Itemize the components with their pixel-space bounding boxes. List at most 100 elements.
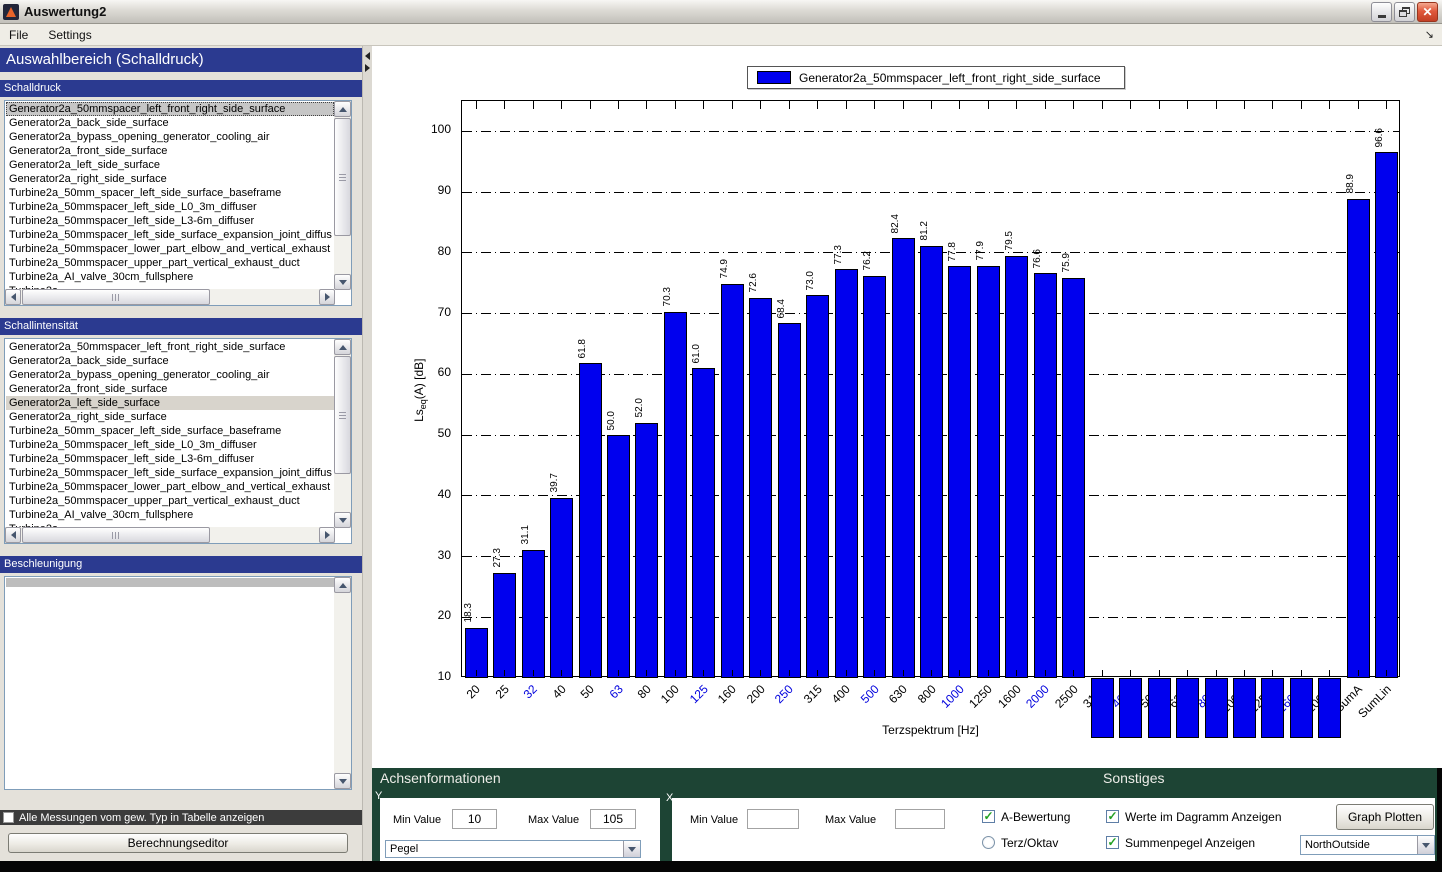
minimize-button[interactable] [1371,2,1392,22]
list-item[interactable]: Generator2a_bypass_opening_generator_coo… [6,368,334,382]
list-item[interactable]: Turbine2a_50mmspacer_upper_part_vertical… [6,494,334,508]
berechnungseditor-button[interactable]: Berechnungseditor [8,833,348,853]
scroll-up-button[interactable] [334,339,351,355]
list-item[interactable]: Generator2a_front_side_surface [6,144,334,158]
scroll-up-button[interactable] [334,577,351,593]
x-min-input[interactable] [747,809,799,829]
list-item[interactable]: Turbine2a_50mm_spacer_left_side_surface_… [6,186,334,200]
list-item[interactable]: Generator2a_50mmspacer_left_front_right_… [6,102,334,116]
list-item[interactable]: Turbine2a_50mmspacer_left_side_L0_3m_dif… [6,200,334,214]
menu-settings[interactable]: Settings [48,28,91,42]
section-header-schalldruck: Schalldruck [0,80,362,97]
scroll-up-button[interactable] [334,101,351,117]
splitter-right-icon[interactable] [365,64,370,72]
app-window: Auswertung2 ✕ File Settings ↘ Auswahlber… [0,0,1442,872]
scroll-thumb[interactable] [334,118,351,236]
section-header-schallintensitaet: Schallintensität [0,318,362,335]
legend-position-dropdown[interactable]: NorthOutside [1300,835,1435,855]
list-item[interactable]: Turbine2a_AI_valve_30cm_fullsphere [6,508,334,522]
list-item[interactable]: Turbine2a_50mmspacer_left_side_L3-6m_dif… [6,214,334,228]
list-item[interactable]: Generator2a_left_side_surface [6,158,334,172]
list-item[interactable]: Turbine2a_50mmspacer_left_side_L3-6m_dif… [6,452,334,466]
list-item[interactable]: Turbine2a_50mmspacer_left_side_surface_e… [6,228,334,242]
bar [806,295,829,678]
werte-anzeigen-checkbox[interactable]: ✓ [1106,810,1119,823]
menu-file[interactable]: File [9,28,28,42]
beschleunigung-list [6,578,334,788]
terz-oktav-label: Terz/Oktav [1001,836,1058,850]
chevron-down-icon [1422,843,1430,848]
y-max-input[interactable] [590,809,636,829]
top-tick-mark [1301,101,1302,109]
y-tick-label: 60 [417,365,451,379]
x-axis-settings-group: Min Value Max Value ✓ A-Bewertung Terz/O… [672,798,1435,861]
summenpegel-checkbox[interactable]: ✓ [1106,836,1119,849]
bar [664,312,687,678]
y-tick-label: 90 [417,183,451,197]
chevron-down-icon [628,847,636,852]
scroll-right-button[interactable] [319,527,335,543]
bottom-tick-mark [988,670,989,676]
list-item[interactable]: Turbine2a_50mmspacer_left_side_L0_3m_dif… [6,438,334,452]
scroll-thumb[interactable] [334,356,351,474]
horizontal-scrollbar[interactable] [5,289,335,305]
list-item[interactable]: Generator2a_left_side_surface [6,396,334,410]
dropdown-button[interactable] [1417,836,1434,854]
a-bewertung-checkbox[interactable]: ✓ [982,810,995,823]
bar-value-label: 76.2 [862,251,873,270]
bottom-tick-mark [1073,670,1074,676]
arrow-right-icon [325,293,330,301]
list-item[interactable]: Generator2a_back_side_surface [6,354,334,368]
list-item[interactable]: Generator2a_right_side_surface [6,172,334,186]
bar-clipped [1290,678,1313,738]
dropdown-button[interactable] [623,841,640,857]
close-button[interactable]: ✕ [1417,2,1438,22]
show-all-measurements-checkbox[interactable] [3,812,14,823]
top-tick-mark [504,101,505,109]
scroll-down-button[interactable] [334,512,351,528]
scroll-right-button[interactable] [319,289,335,305]
list-item[interactable]: Turbine2a_50mmspacer_lower_part_elbow_an… [6,242,334,256]
top-tick-mark [703,101,704,109]
list-item[interactable]: Turbine2a_50mmspacer_upper_part_vertical… [6,256,334,270]
scroll-thumb[interactable] [22,527,210,543]
arrow-down-icon [339,779,347,784]
gridline [462,131,1399,132]
horizontal-scrollbar[interactable] [5,527,335,543]
list-item[interactable]: Generator2a_back_side_surface [6,116,334,130]
list-item[interactable]: Generator2a_50mmspacer_left_front_right_… [6,340,334,354]
list-item[interactable]: Turbine2a_50mmspacer_left_side_surface_e… [6,466,334,480]
scroll-left-button[interactable] [5,289,21,305]
list-item[interactable]: Turbine2a_50mmspacer_lower_part_elbow_an… [6,480,334,494]
graph-plotten-button[interactable]: Graph Plotten [1336,804,1434,830]
x-max-input[interactable] [895,809,945,829]
bottom-tick-mark [703,670,704,676]
vertical-scrollbar[interactable] [334,577,351,789]
vertical-scrollbar[interactable] [334,339,351,528]
schallintensitaet-listbox: Generator2a_50mmspacer_left_front_right_… [4,338,352,544]
scroll-down-button[interactable] [334,773,351,789]
list-item[interactable]: Generator2a_right_side_surface [6,410,334,424]
scroll-down-button[interactable] [334,274,351,290]
list-item[interactable]: Generator2a_bypass_opening_generator_coo… [6,130,334,144]
bar [835,269,858,678]
splitter-left-icon[interactable] [365,52,370,60]
bar [493,573,516,678]
restore-button[interactable] [1394,2,1415,22]
bottom-tick-mark [533,670,534,676]
y-quantity-dropdown[interactable]: Pegel [385,840,641,858]
sonstiges-header: Sonstiges [1103,770,1164,786]
list-item[interactable]: Turbine2a_AI_valve_30cm_fullsphere [6,270,334,284]
dock-arrow-icon[interactable]: ↘ [1425,28,1434,41]
summenpegel-label: Summenpegel Anzeigen [1125,836,1255,850]
panel-splitter[interactable] [362,46,372,862]
terz-oktav-radio[interactable] [982,836,995,849]
list-item[interactable]: Turbine2a_50mm_spacer_left_side_surface_… [6,424,334,438]
top-tick-mark [1187,101,1188,109]
scroll-thumb[interactable] [22,289,210,305]
list-item[interactable]: Generator2a_front_side_surface [6,382,334,396]
arrow-down-icon [339,280,347,285]
vertical-scrollbar[interactable] [334,101,351,290]
scroll-left-button[interactable] [5,527,21,543]
y-min-input[interactable] [452,809,497,829]
